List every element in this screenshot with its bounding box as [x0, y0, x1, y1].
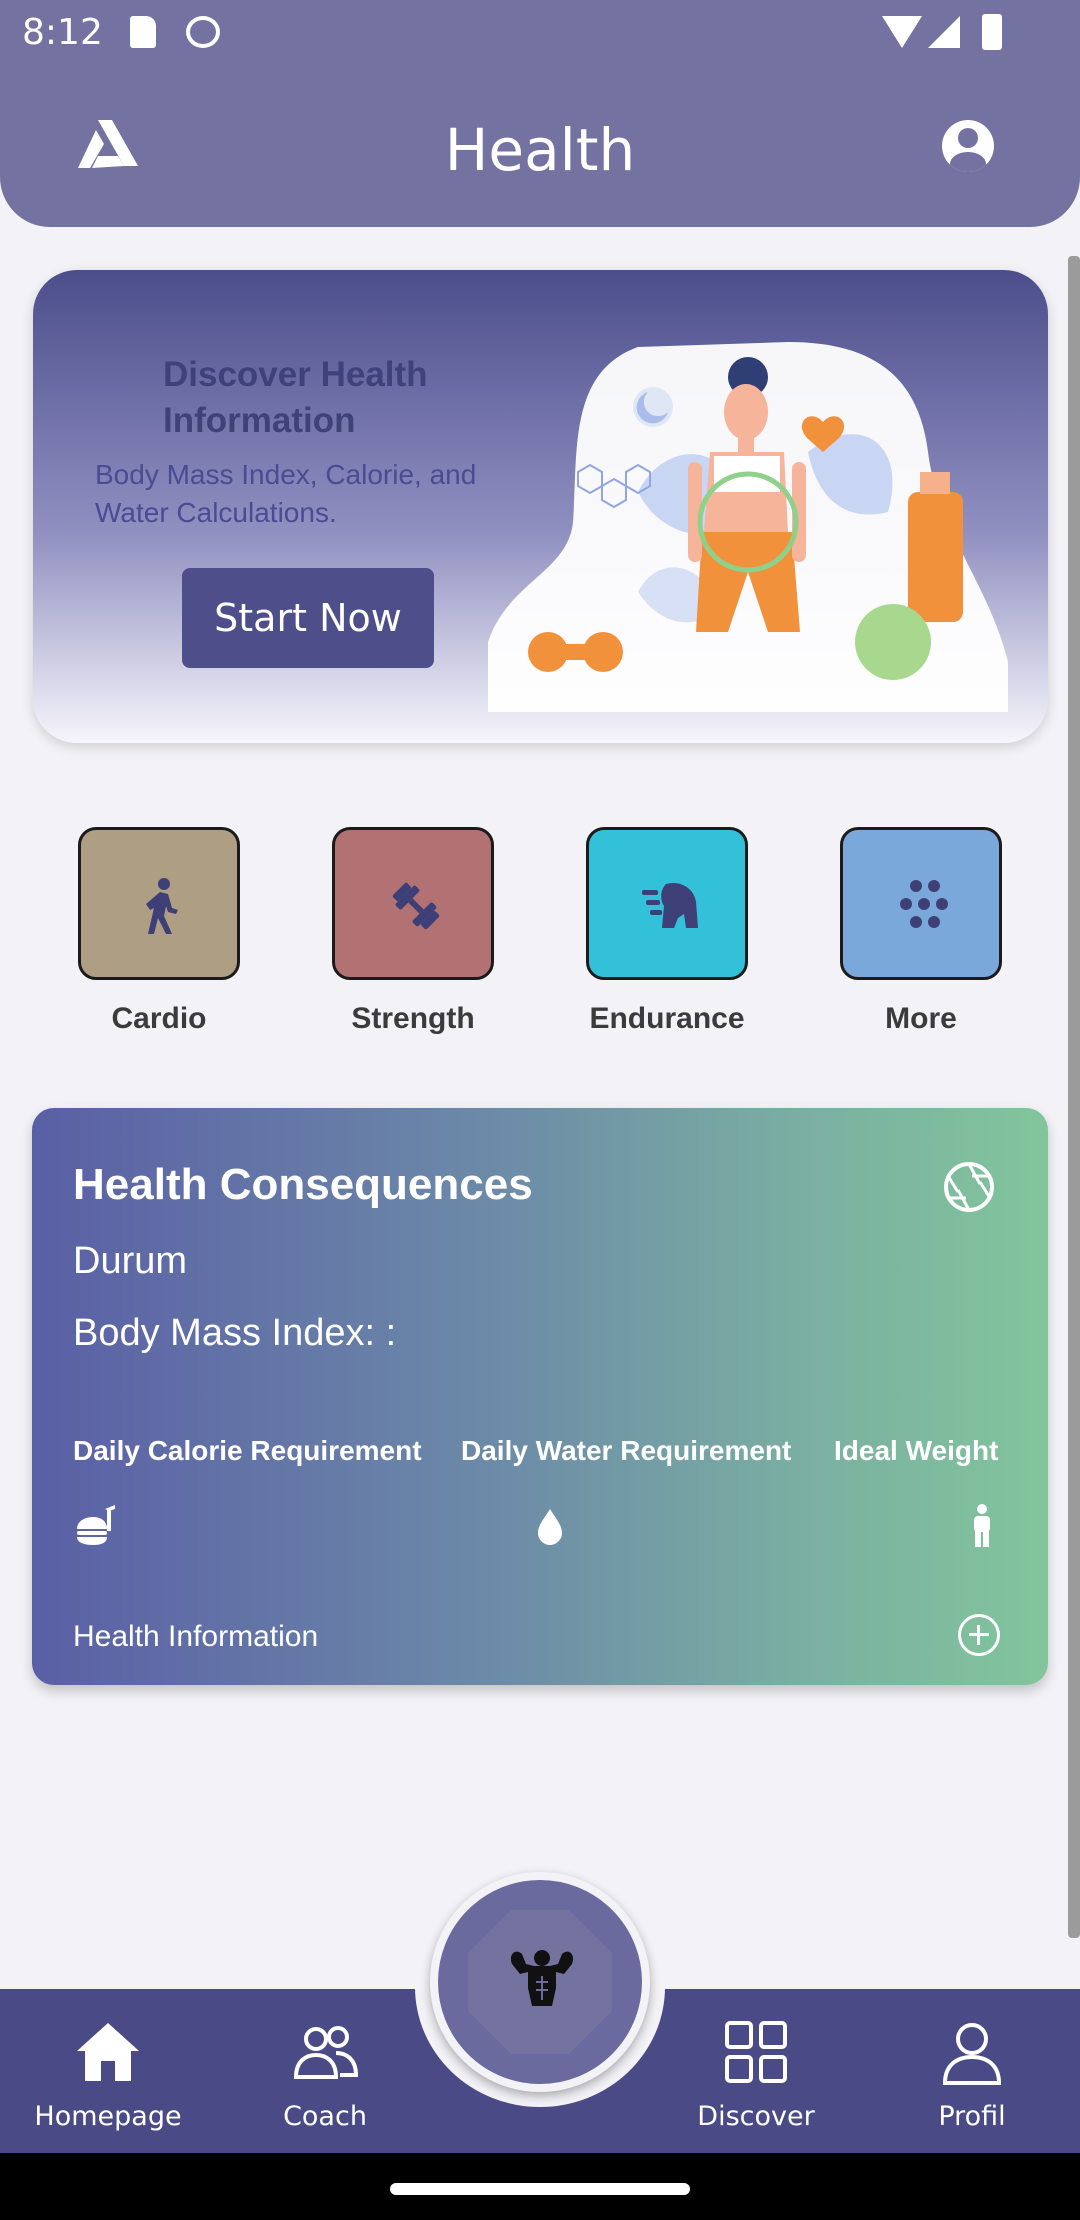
health-illustration: [488, 342, 1008, 712]
nav-label: Discover: [697, 2101, 815, 2132]
food-icon: [77, 1505, 115, 1545]
nav-homepage[interactable]: Homepage: [8, 2017, 208, 2132]
wifi-icon: [882, 16, 922, 48]
profile-icon: [942, 2023, 1002, 2085]
add-circle-icon[interactable]: [958, 1614, 1000, 1656]
category-label: More: [885, 1002, 957, 1035]
category-more[interactable]: More: [840, 827, 1002, 1036]
nav-label: Homepage: [34, 2101, 182, 2132]
nav-label: Coach: [283, 2101, 367, 2132]
home-icon: [77, 2023, 139, 2081]
bmi-label: Body Mass Index: :: [73, 1312, 397, 1354]
signal-icon: [928, 16, 960, 48]
status-time: 8:12: [22, 12, 103, 53]
nav-profil[interactable]: Profil: [872, 2017, 1072, 2132]
category-cardio[interactable]: Cardio: [78, 827, 240, 1036]
bodybuilder-icon: [510, 1950, 574, 2006]
category-endurance-tile[interactable]: [586, 827, 748, 980]
category-strength[interactable]: Strength: [332, 827, 494, 1036]
category-more-tile[interactable]: [840, 827, 1002, 980]
system-navigation-bar: [0, 2153, 1080, 2220]
nav-coach[interactable]: Coach: [225, 2017, 425, 2132]
status-value: Durum: [73, 1240, 188, 1282]
hero-title: Discover Health Information: [163, 355, 428, 440]
battery-icon: [982, 14, 1002, 50]
horse-icon: [642, 882, 698, 928]
consequences-title: Health Consequences: [73, 1160, 533, 1209]
water-heading: Daily Water Requirement: [461, 1435, 792, 1466]
home-gesture-handle[interactable]: [390, 2183, 690, 2195]
person-icon: [974, 1504, 990, 1547]
category-strength-tile[interactable]: [332, 827, 494, 980]
category-cardio-tile[interactable]: [78, 827, 240, 980]
category-label: Cardio: [111, 1002, 207, 1035]
account-icon[interactable]: [942, 120, 994, 172]
aperture-icon[interactable]: [942, 1160, 996, 1214]
health-information-label[interactable]: Health Information: [73, 1620, 318, 1654]
category-label: Endurance: [589, 1002, 745, 1035]
ideal-weight-heading: Ideal Weight: [834, 1435, 999, 1466]
hero-card: Discover Health Information Body Mass In…: [33, 270, 1048, 743]
page-title: Health: [444, 116, 636, 184]
calorie-heading: Daily Calorie Requirement: [73, 1435, 422, 1466]
dots-icon: [900, 880, 948, 928]
sd-card-icon: [130, 16, 156, 48]
scrollbar[interactable]: [1068, 256, 1080, 1938]
nav-discover[interactable]: Discover: [656, 2017, 856, 2132]
start-now-button[interactable]: Start Now: [182, 568, 434, 668]
category-endurance[interactable]: Endurance: [586, 827, 748, 1036]
health-consequences-card: Health Consequences Durum Body Mass Inde…: [32, 1108, 1048, 1685]
grid-icon: [725, 2021, 787, 2083]
dumbbell-icon: [392, 882, 440, 930]
workout-fab-button[interactable]: [430, 1872, 650, 2092]
nav-label: Profil: [938, 2101, 1006, 2132]
app-bar: 8:12 Health: [0, 0, 1080, 227]
water-drop-icon: [538, 1509, 562, 1545]
notification-cat-icon: [186, 16, 220, 48]
walking-icon: [146, 878, 178, 934]
status-bar: 8:12: [0, 0, 1080, 64]
hero-subtitle: Body Mass Index, Calorie, and Water Calc…: [95, 459, 477, 528]
people-icon: [293, 2026, 359, 2079]
category-label: Strength: [351, 1002, 475, 1035]
